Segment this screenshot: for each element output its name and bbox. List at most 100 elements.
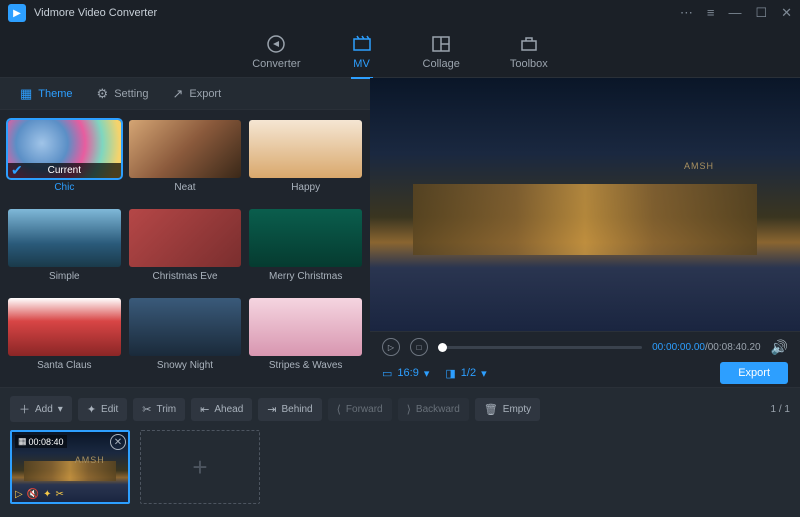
stop-button[interactable]: □ xyxy=(410,338,428,356)
theme-thumbnail xyxy=(129,120,242,178)
clip-play-icon[interactable]: ▷ xyxy=(15,489,23,500)
close-icon[interactable]: ✕ xyxy=(781,5,792,21)
nav-label: MV xyxy=(353,58,370,70)
export-icon: ↗ xyxy=(172,86,183,102)
current-badge: Current xyxy=(8,163,121,178)
gear-icon: ⚙ xyxy=(97,86,109,102)
nav-collage[interactable]: Collage xyxy=(423,33,460,70)
behind-button[interactable]: ⇥Behind xyxy=(258,398,321,421)
theme-thumbnail xyxy=(249,298,362,356)
clip-edit-icon[interactable]: ✦ xyxy=(43,489,51,500)
menu-icon[interactable]: ≡ xyxy=(707,5,715,21)
split-select[interactable]: ◨ 1/2 ▾ xyxy=(445,367,486,380)
theme-thumbnail xyxy=(129,298,242,356)
timeline-clip[interactable]: ▦00:08:40 ✕ ▷ 🔇 ✦ ✂ xyxy=(10,430,130,504)
page-indicator: 1 / 1 xyxy=(771,404,790,415)
trash-icon: 🗑 xyxy=(484,403,498,416)
film-icon: ▦ xyxy=(18,436,27,447)
plus-icon: + xyxy=(192,452,207,483)
theme-item-chic[interactable]: Current ✔ Chic xyxy=(8,120,121,199)
toolbox-icon xyxy=(518,33,540,55)
theme-item-snowy-night[interactable]: Snowy Night xyxy=(129,298,242,377)
backward-icon: ⟩ xyxy=(407,403,411,416)
remove-clip-button[interactable]: ✕ xyxy=(110,434,126,450)
backward-button[interactable]: ⟩Backward xyxy=(398,398,469,421)
subtab-export[interactable]: ↗ Export xyxy=(162,82,231,106)
theme-icon: ▦ xyxy=(20,86,32,102)
theme-thumbnail xyxy=(249,209,362,267)
theme-grid: Current ✔ Chic Neat Happy Simple Christm… xyxy=(0,110,370,387)
nav-label: Toolbox xyxy=(510,58,548,70)
add-button[interactable]: ＋Add▾ xyxy=(10,396,72,422)
converter-icon xyxy=(265,33,287,55)
split-value: 1/2 xyxy=(461,367,476,379)
theme-item-simple[interactable]: Simple xyxy=(8,209,121,288)
theme-name: Christmas Eve xyxy=(152,271,217,282)
app-logo: ▶ xyxy=(8,4,26,22)
theme-thumbnail: Current ✔ xyxy=(8,120,121,178)
feedback-icon[interactable]: ⋯ xyxy=(680,5,693,21)
preview-frame xyxy=(370,78,800,331)
add-clip-button[interactable]: + xyxy=(140,430,260,504)
subtab-label: Export xyxy=(189,88,221,100)
nav-label: Collage xyxy=(423,58,460,70)
theme-item-christmas-eve[interactable]: Christmas Eve xyxy=(129,209,242,288)
theme-thumbnail xyxy=(129,209,242,267)
check-icon: ✔ xyxy=(11,162,23,178)
export-button[interactable]: Export xyxy=(720,362,788,384)
theme-name: Snowy Night xyxy=(157,360,213,371)
seek-bar[interactable] xyxy=(438,346,642,349)
empty-button[interactable]: 🗑Empty xyxy=(475,398,540,421)
theme-name: Stripes & Waves xyxy=(269,360,343,371)
minimize-icon[interactable]: — xyxy=(728,5,741,21)
theme-name: Neat xyxy=(174,182,195,193)
seek-handle[interactable] xyxy=(438,343,447,352)
subtab-label: Theme xyxy=(38,88,72,100)
ahead-button[interactable]: ⇤Ahead xyxy=(191,398,252,421)
theme-item-merry-christmas[interactable]: Merry Christmas xyxy=(249,209,362,288)
aspect-icon: ▭ xyxy=(382,367,392,380)
app-title: Vidmore Video Converter xyxy=(34,7,157,19)
scissors-icon: ✂ xyxy=(142,403,151,416)
clip-duration: ▦00:08:40 xyxy=(15,435,67,448)
subtab-label: Setting xyxy=(114,88,148,100)
subtab-setting[interactable]: ⚙ Setting xyxy=(87,82,159,106)
theme-item-neat[interactable]: Neat xyxy=(129,120,242,199)
time-display: 00:00:00.00/00:08:40.20 xyxy=(652,342,760,353)
edit-button[interactable]: ✦Edit xyxy=(78,398,127,421)
theme-item-santa-claus[interactable]: Santa Claus xyxy=(8,298,121,377)
theme-thumbnail xyxy=(8,209,121,267)
plus-icon: ＋ xyxy=(19,401,30,417)
theme-name: Santa Claus xyxy=(37,360,91,371)
main-nav: Converter MV Collage Toolbox xyxy=(0,26,800,78)
clip-mute-icon[interactable]: 🔇 xyxy=(27,489,39,500)
theme-item-happy[interactable]: Happy xyxy=(249,120,362,199)
chevron-down-icon: ▾ xyxy=(481,367,487,380)
nav-mv[interactable]: MV xyxy=(351,33,373,70)
collage-icon xyxy=(430,33,452,55)
forward-icon: ⟨ xyxy=(337,403,341,416)
theme-thumbnail xyxy=(8,298,121,356)
forward-button[interactable]: ⟨Forward xyxy=(328,398,392,421)
wand-icon: ✦ xyxy=(87,403,96,416)
nav-label: Converter xyxy=(252,58,300,70)
aspect-value: 16:9 xyxy=(397,367,418,379)
theme-item-stripes-waves[interactable]: Stripes & Waves xyxy=(249,298,362,377)
volume-icon[interactable]: 🔊 xyxy=(771,339,788,356)
subtab-theme[interactable]: ▦ Theme xyxy=(10,82,83,106)
move-end-icon: ⇥ xyxy=(267,403,276,416)
chevron-down-icon: ▾ xyxy=(424,367,430,380)
nav-toolbox[interactable]: Toolbox xyxy=(510,33,548,70)
aspect-ratio-select[interactable]: ▭ 16:9 ▾ xyxy=(382,367,429,380)
play-button[interactable]: ▷ xyxy=(382,338,400,356)
maximize-icon[interactable]: ☐ xyxy=(755,5,767,21)
theme-thumbnail xyxy=(249,120,362,178)
video-preview[interactable] xyxy=(370,78,800,331)
split-icon: ◨ xyxy=(445,367,455,380)
move-start-icon: ⇤ xyxy=(200,403,209,416)
clip-trim-icon[interactable]: ✂ xyxy=(56,489,64,500)
theme-name: Happy xyxy=(291,182,320,193)
nav-converter[interactable]: Converter xyxy=(252,33,300,70)
trim-button[interactable]: ✂Trim xyxy=(133,398,185,421)
chevron-down-icon: ▾ xyxy=(58,404,63,415)
